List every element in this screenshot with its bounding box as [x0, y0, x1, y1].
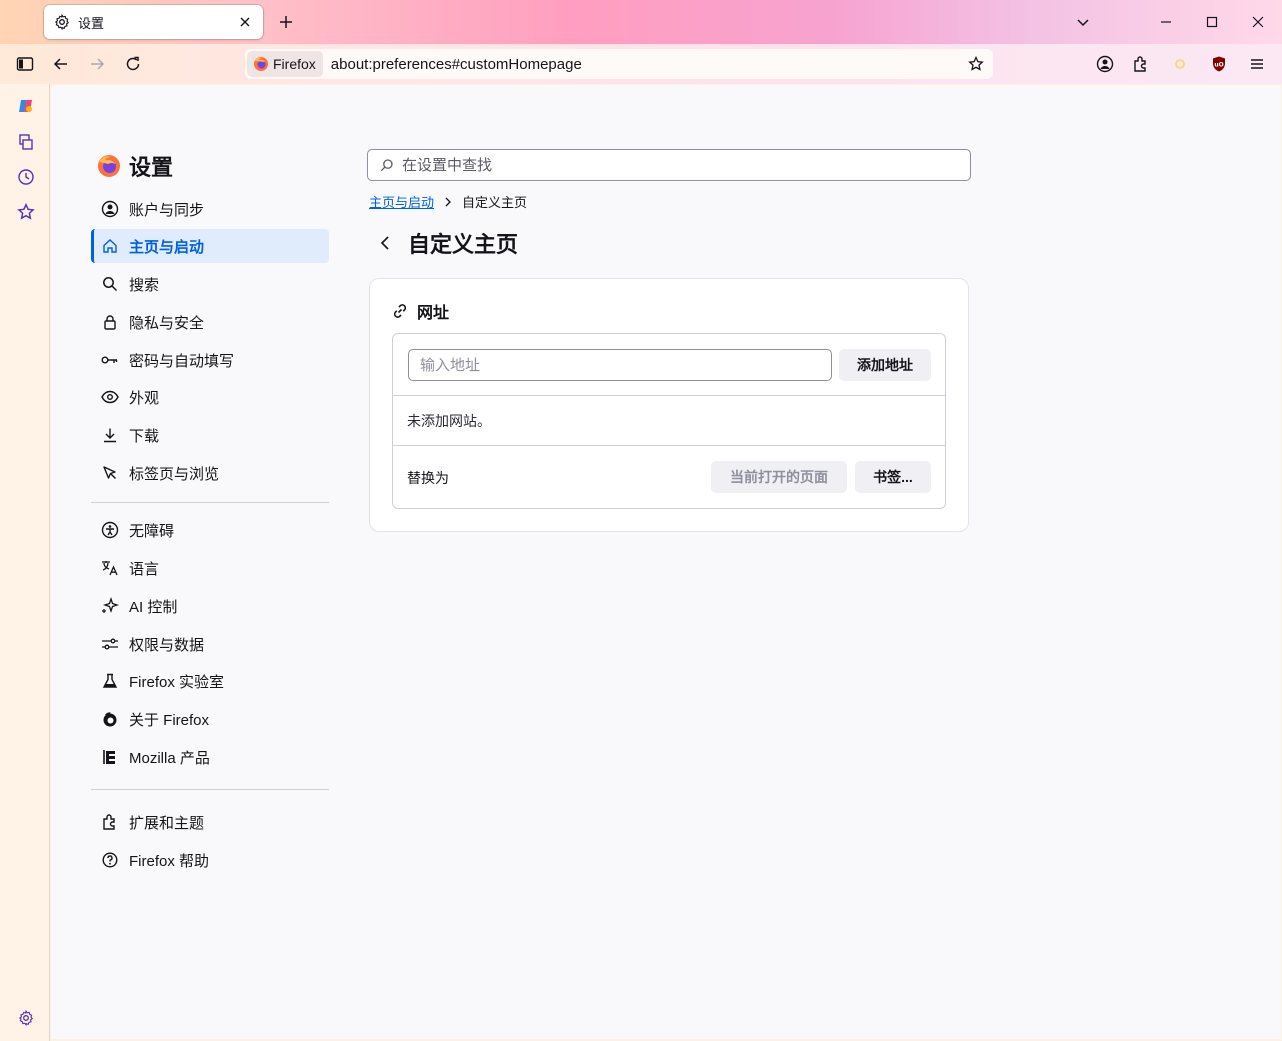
lock-icon [101, 313, 119, 331]
chevron-down-icon[interactable] [1073, 12, 1093, 32]
back-button[interactable] [49, 52, 73, 76]
empty-list-row: 未添加网站。 [393, 396, 945, 446]
urls-box: 添加地址 未添加网站。 替换为 当前打开的页面 书签... [392, 333, 946, 509]
category-home[interactable]: 主页与启动 [91, 229, 329, 263]
firefox-logo-icon [98, 155, 120, 177]
star-icon[interactable] [964, 52, 988, 76]
account-icon [101, 200, 119, 218]
flask-icon [101, 672, 119, 690]
close-window-button[interactable] [1246, 10, 1270, 34]
close-icon[interactable] [237, 14, 253, 30]
title-bar: 设置 [0, 0, 1282, 44]
page-title: 自定义主页 [408, 232, 519, 257]
address-input[interactable] [408, 349, 832, 381]
use-current-pages-button[interactable]: 当前打开的页面 [711, 461, 847, 493]
extensions-puzzle-icon[interactable] [1129, 52, 1153, 76]
history-clock-icon[interactable] [15, 166, 37, 188]
puzzle-icon [101, 813, 119, 831]
sidebar-toggle-icon[interactable] [13, 52, 37, 76]
category-languages[interactable]: 语言 [91, 551, 329, 585]
category-ai-controls[interactable]: AI 控制 [91, 589, 329, 623]
replace-label: 替换为 [407, 470, 449, 486]
settings-search-box[interactable] [367, 149, 971, 181]
category-accessibility[interactable]: 无障碍 [91, 513, 329, 547]
menu-hamburger-icon[interactable] [1245, 52, 1269, 76]
new-tab-button[interactable] [276, 12, 296, 32]
category-labs[interactable]: Firefox 实验室 [91, 664, 329, 698]
home-icon [101, 237, 119, 255]
category-sync[interactable]: 账户与同步 [91, 192, 329, 226]
category-privacy[interactable]: 隐私与安全 [91, 305, 329, 339]
use-bookmarks-button[interactable]: 书签... [855, 461, 931, 493]
search-icon [101, 275, 119, 293]
settings-header: 设置 [97, 150, 173, 182]
back-arrow-icon[interactable] [375, 229, 395, 257]
firefox-icon [101, 710, 119, 728]
firefox-logo-icon [254, 57, 268, 71]
breadcrumb-parent-link[interactable]: 主页与启动 [369, 192, 434, 211]
card-header: 网址 [391, 299, 449, 323]
svg-text:uO: uO [1214, 62, 1223, 69]
card-title: 网址 [417, 305, 450, 322]
vertical-sidebar [0, 84, 50, 1041]
help-icon [101, 851, 119, 869]
cursor-icon [101, 464, 119, 482]
category-tabs-browsing[interactable]: 标签页与浏览 [91, 456, 329, 490]
synced-tabs-icon[interactable] [15, 131, 37, 153]
breadcrumb: 主页与启动 自定义主页 [369, 192, 527, 211]
category-divider [91, 789, 329, 790]
minimize-button[interactable] [1154, 10, 1178, 34]
navigation-toolbar: Firefox about:preferences#customHomepage… [0, 44, 1282, 84]
maximize-button[interactable] [1200, 10, 1224, 34]
category-permissions[interactable]: 权限与数据 [91, 627, 329, 661]
translate-icon [101, 559, 119, 577]
tab-settings[interactable]: 设置 [44, 5, 263, 39]
urls-card: 网址 添加地址 未添加网站。 替换为 当前打开的页面 书签... [369, 278, 969, 532]
add-address-row: 添加地址 [393, 334, 945, 396]
page-heading: 自定义主页 [375, 227, 518, 259]
url-text[interactable]: about:preferences#customHomepage [331, 56, 964, 73]
category-extensions-themes[interactable]: 扩展和主题 [91, 805, 329, 839]
accessibility-icon [101, 521, 119, 539]
category-about-firefox[interactable]: 关于 Firefox [91, 702, 329, 736]
identity-label: Firefox [273, 56, 316, 72]
search-input[interactable] [402, 156, 942, 174]
category-divider [91, 502, 329, 503]
category-appearance[interactable]: 外观 [91, 380, 329, 414]
account-icon[interactable] [1093, 52, 1117, 76]
bookmarks-star-icon[interactable] [15, 201, 37, 223]
gear-icon [54, 14, 70, 30]
chevron-right-icon [444, 197, 452, 207]
sidebar-settings-gear-icon[interactable] [15, 1007, 37, 1029]
key-icon [101, 351, 119, 369]
eye-icon [101, 388, 119, 406]
link-icon [393, 304, 407, 318]
sliders-icon [101, 635, 119, 653]
extension-moon-icon[interactable] [1168, 52, 1192, 76]
category-mozilla-products[interactable]: Mozilla 产品 [91, 740, 329, 774]
reload-button[interactable] [121, 52, 145, 76]
ublock-shield-icon[interactable]: uO [1207, 52, 1231, 76]
category-firefox-help[interactable]: Firefox 帮助 [91, 843, 329, 877]
identity-box[interactable]: Firefox [247, 51, 323, 77]
download-icon [101, 426, 119, 444]
breadcrumb-current: 自定义主页 [462, 195, 528, 210]
url-bar[interactable]: Firefox about:preferences#customHomepage [245, 49, 993, 79]
tab-title: 设置 [78, 15, 105, 31]
replace-row: 替换为 当前打开的页面 书签... [393, 446, 945, 508]
empty-text: 未添加网站。 [407, 412, 491, 429]
category-downloads[interactable]: 下载 [91, 418, 329, 452]
search-icon [380, 159, 393, 172]
settings-title: 设置 [129, 155, 174, 180]
sparkle-icon [101, 597, 119, 615]
category-passwords[interactable]: 密码与自动填写 [91, 343, 329, 377]
forward-button[interactable] [85, 52, 109, 76]
category-search[interactable]: 搜索 [91, 267, 329, 301]
copilot-icon[interactable] [15, 95, 37, 117]
add-address-button[interactable]: 添加地址 [839, 349, 931, 381]
flag-icon [101, 748, 119, 766]
